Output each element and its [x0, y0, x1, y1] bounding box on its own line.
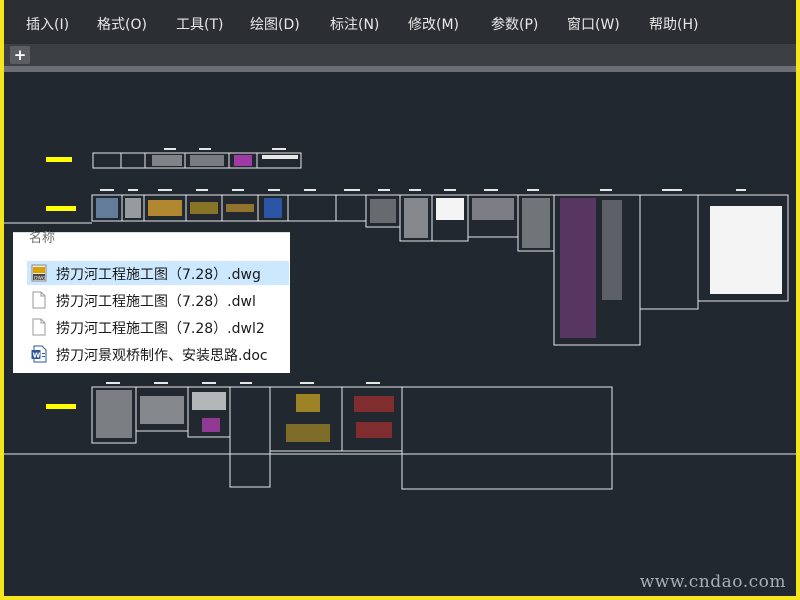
menu-modify[interactable]: 修改(M)	[408, 14, 459, 34]
file-row[interactable]: DWG 捞刀河工程施工图（7.28）.dwg	[27, 261, 289, 285]
sheet-frame	[229, 386, 271, 488]
file-name: 捞刀河工程施工图（7.28）.dwg	[56, 267, 261, 283]
file-drop-list: 名称 DWG 捞刀河工程施工图（7.28）.dwg 捞刀河工程施工图（7.28）…	[13, 231, 290, 373]
file-name: 捞刀河工程施工图（7.28）.dwl	[56, 294, 256, 310]
sheet-frame	[287, 194, 337, 222]
menu-insert[interactable]: 插入(I)	[26, 14, 69, 34]
svg-text:DWG: DWG	[34, 276, 46, 282]
menu-parameters[interactable]: 参数(P)	[491, 14, 538, 34]
sheet-frame	[120, 152, 146, 169]
file-tab-strip: +	[4, 44, 796, 66]
sheet-frame	[335, 194, 367, 222]
menu-tools[interactable]: 工具(T)	[176, 14, 223, 34]
menu-bar: 插入(I) 格式(O) 工具(T) 绘图(D) 标注(N) 修改(M) 参数(P…	[4, 0, 796, 44]
file-row[interactable]: 捞刀河工程施工图（7.28）.dwl	[27, 288, 289, 312]
sheet-frame	[401, 386, 613, 490]
menu-help[interactable]: 帮助(H)	[649, 14, 698, 34]
dwg-file-icon: DWG	[31, 264, 47, 282]
file-name: 捞刀河景观桥制作、安装思路.doc	[56, 348, 268, 364]
blank-file-icon	[32, 318, 46, 336]
word-file-icon: W	[31, 345, 47, 363]
add-tab-button[interactable]: +	[10, 46, 30, 64]
sheet-frame	[92, 152, 122, 169]
window-frame: 插入(I) 格式(O) 工具(T) 绘图(D) 标注(N) 修改(M) 参数(P…	[0, 0, 800, 600]
sheet-frame	[639, 194, 699, 310]
menu-window[interactable]: 窗口(W)	[567, 14, 620, 34]
svg-text:W: W	[33, 352, 41, 360]
watermark: www.cndao.com	[639, 572, 786, 592]
file-row[interactable]: W 捞刀河景观桥制作、安装思路.doc	[27, 342, 289, 366]
menu-format[interactable]: 格式(O)	[97, 14, 147, 34]
file-name: 捞刀河工程施工图（7.28）.dwl2	[56, 321, 265, 337]
file-row[interactable]: 捞刀河工程施工图（7.28）.dwl2	[27, 315, 289, 339]
column-header-name[interactable]: 名称	[29, 227, 55, 246]
menu-draw[interactable]: 绘图(D)	[250, 14, 300, 34]
blank-file-icon	[32, 291, 46, 309]
menu-dimension[interactable]: 标注(N)	[330, 14, 379, 34]
